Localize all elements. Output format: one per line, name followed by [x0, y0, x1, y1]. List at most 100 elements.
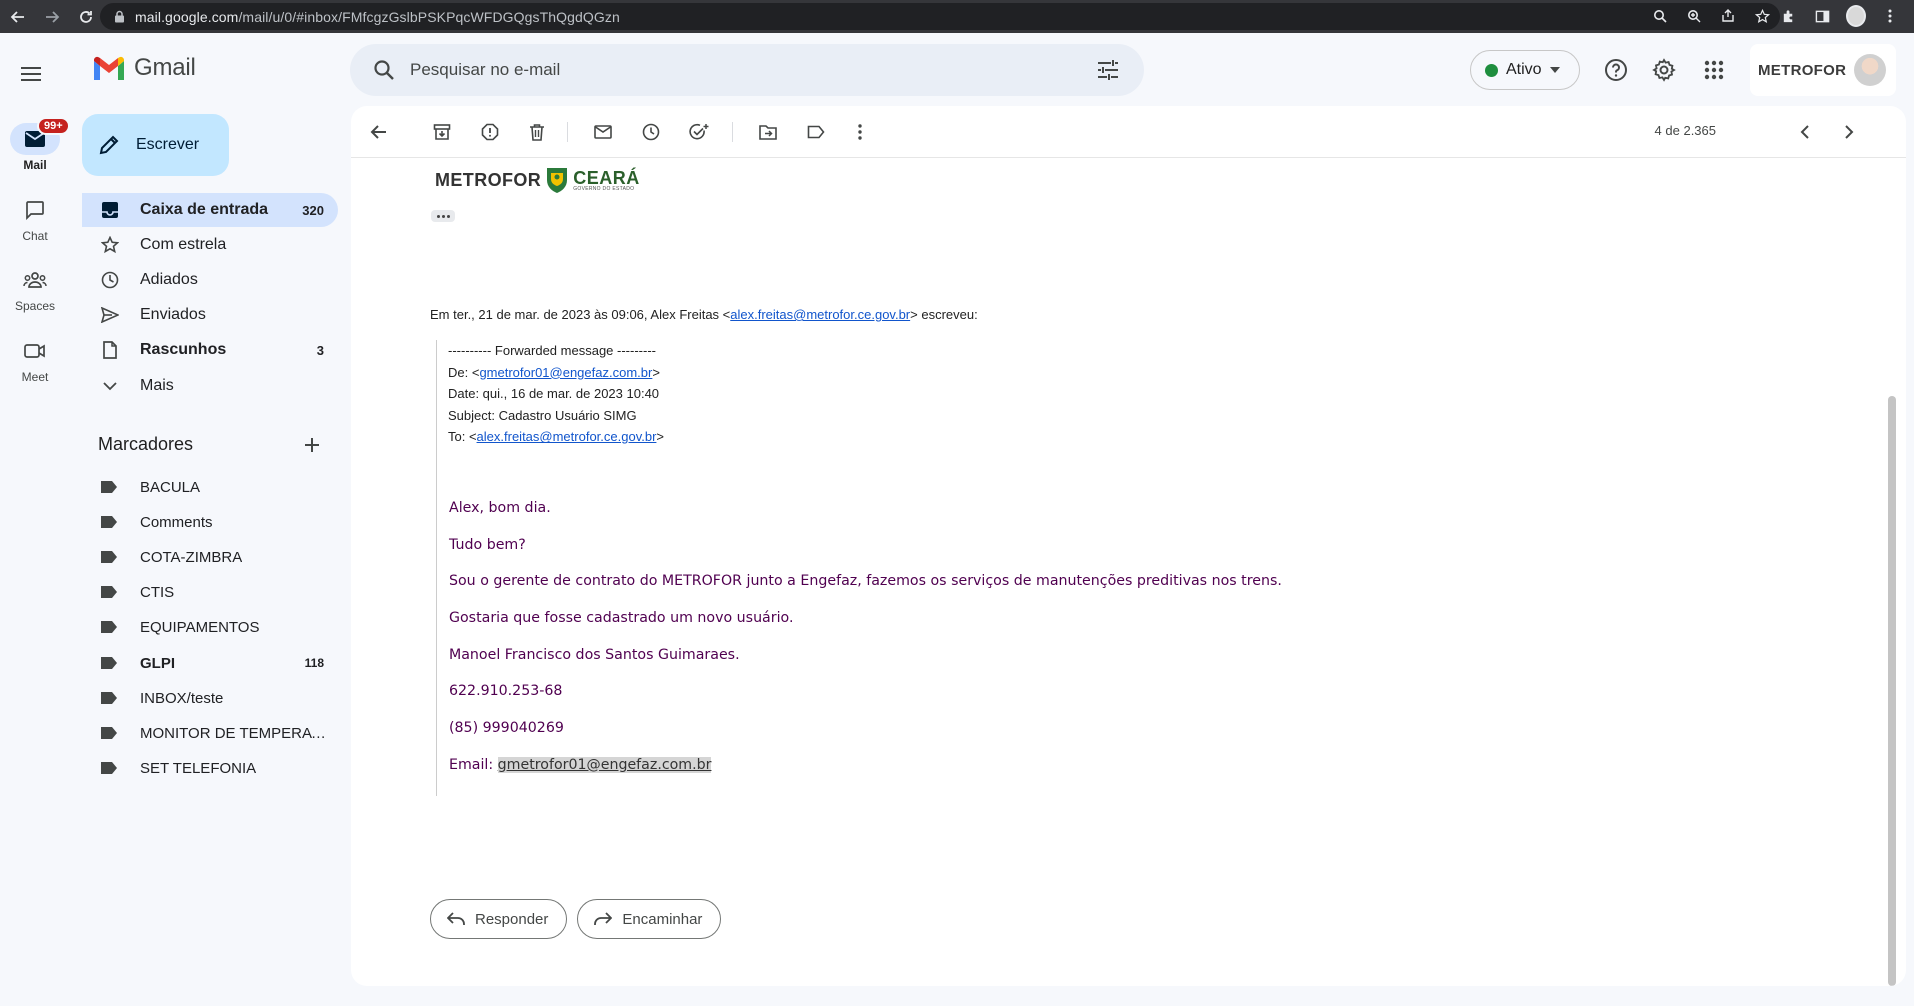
rail-meet-label: Meet	[21, 370, 49, 384]
label-tag-icon	[100, 477, 120, 497]
mail-icon: 99+	[10, 117, 70, 155]
message-toolbar: 4 de 2.365	[351, 106, 1906, 158]
label-tag-icon	[100, 617, 120, 637]
label-item[interactable]: SET TELEFONIA	[82, 751, 338, 785]
reply-button[interactable]: Responder	[430, 899, 568, 939]
label-item[interactable]: INBOX/teste	[82, 681, 338, 715]
url-text: mail.google.com/mail/u/0/#inbox/FMfcgzGs…	[135, 8, 620, 25]
reload-icon[interactable]	[76, 7, 96, 27]
forward-button[interactable]: Encaminhar	[577, 899, 722, 939]
label-item[interactable]: BACULA	[82, 470, 338, 504]
nav-inbox[interactable]: Caixa de entrada 320	[82, 193, 338, 227]
nav-sent[interactable]: Enviados	[82, 298, 338, 332]
back-icon[interactable]	[8, 7, 28, 27]
side-panel-icon[interactable]	[1812, 6, 1832, 26]
snooze-clock-icon[interactable]	[639, 120, 663, 144]
older-chevron-right-icon[interactable]	[1837, 120, 1861, 144]
search-page-icon[interactable]	[1650, 6, 1670, 26]
quoted-message: ---------- Forwarded message --------- D…	[436, 340, 1536, 796]
scrollbar[interactable]	[1888, 396, 1896, 986]
nav-snoozed[interactable]: Adiados	[82, 263, 338, 297]
nav-label: Rascunhos	[140, 341, 227, 358]
logo-metrofor-text: METROFOR	[435, 169, 542, 190]
search-options-icon[interactable]	[1084, 46, 1132, 94]
bookmark-star-icon[interactable]	[1752, 6, 1772, 26]
label-name: SET TELEFONIA	[140, 759, 257, 777]
newer-chevron-left-icon[interactable]	[1793, 120, 1817, 144]
extensions-icon[interactable]	[1778, 6, 1798, 26]
fw-to-email-link[interactable]: alex.freitas@metrofor.ce.gov.br	[477, 429, 657, 444]
add-label-icon[interactable]	[298, 431, 326, 459]
label-item[interactable]: COTA-ZIMBRA	[82, 540, 338, 574]
search-input[interactable]	[410, 60, 1084, 80]
rail-spaces[interactable]: Spaces	[0, 264, 70, 313]
mark-unread-icon[interactable]	[591, 120, 615, 144]
forwarded-header: ---------- Forwarded message --------- D…	[448, 340, 1536, 448]
inbox-icon	[100, 200, 120, 220]
nav-starred[interactable]: Com estrela	[82, 228, 338, 262]
label-name: EQUIPAMENTOS	[140, 618, 260, 636]
rail-meet[interactable]: Meet	[0, 335, 70, 384]
report-spam-icon[interactable]	[478, 120, 502, 144]
address-bar[interactable]: mail.google.com/mail/u/0/#inbox/FMfcgzGs…	[100, 3, 1780, 30]
highlighted-email[interactable]: gmetrofor01@engefaz.com.br	[497, 756, 712, 773]
label-tag-icon	[100, 758, 120, 778]
nav-label: Caixa de entrada	[140, 201, 269, 218]
more-options-icon[interactable]	[848, 120, 872, 144]
label-item[interactable]: GLPI 118	[82, 646, 338, 680]
settings-gear-icon[interactable]	[1646, 52, 1682, 88]
forward-icon[interactable]	[42, 7, 62, 27]
body-line: Tudo bem?	[449, 536, 526, 553]
labels-header: Marcadores	[98, 434, 338, 455]
account-switcher[interactable]: METROFOR	[1750, 44, 1896, 96]
label-item[interactable]: CTIS	[82, 575, 338, 609]
draft-file-icon	[100, 340, 120, 360]
quote-prefix: Em ter., 21 de mar. de 2023 às 09:06, Al…	[430, 307, 731, 322]
show-trimmed-content-button[interactable]	[431, 210, 455, 222]
archive-icon[interactable]	[430, 120, 454, 144]
status-selector[interactable]: Ativo	[1470, 50, 1580, 90]
gmail-logo[interactable]: Gmail	[92, 54, 196, 82]
search-bar[interactable]	[350, 44, 1144, 96]
rail-chat[interactable]: Chat	[0, 194, 70, 243]
share-icon[interactable]	[1718, 6, 1738, 26]
label-tag-icon	[100, 582, 120, 602]
reply-actions: Responder Encaminhar	[430, 899, 722, 939]
label-item[interactable]: MONITOR DE TEMPERAT...	[82, 716, 338, 750]
body-line: Sou o gerente de contrato do METROFOR ju…	[449, 573, 1282, 590]
gmail-m-icon	[94, 56, 124, 80]
quote-email-link[interactable]: alex.freitas@metrofor.ce.gov.br	[730, 307, 910, 322]
label-icon[interactable]	[804, 120, 828, 144]
nav-more[interactable]: Mais	[82, 369, 338, 403]
profile-avatar-icon[interactable]	[1846, 5, 1866, 27]
compose-button[interactable]: Escrever	[82, 114, 229, 176]
main-menu-icon[interactable]	[17, 60, 45, 88]
fw-from-email-link[interactable]: gmetrofor01@engefaz.com.br	[479, 365, 652, 380]
label-item[interactable]: EQUIPAMENTOS	[82, 610, 338, 644]
nav-drafts[interactable]: Rascunhos 3	[82, 333, 338, 367]
search-icon[interactable]	[358, 44, 410, 96]
rail-mail[interactable]: 99+ Mail	[0, 117, 70, 172]
send-icon	[100, 305, 120, 325]
add-task-icon[interactable]	[687, 120, 711, 144]
rail-chat-label: Chat	[22, 229, 48, 243]
back-arrow-icon[interactable]	[367, 120, 391, 144]
help-icon[interactable]	[1598, 52, 1634, 88]
move-to-folder-icon[interactable]	[756, 120, 780, 144]
spaces-icon	[10, 264, 60, 296]
fw-from: De: <gmetrofor01@engefaz.com.br>	[448, 362, 1536, 384]
browser-bar: mail.google.com/mail/u/0/#inbox/FMfcgzGs…	[0, 0, 1914, 33]
zoom-icon[interactable]	[1684, 6, 1704, 26]
body-line: Gostaria que fosse cadastrado um novo us…	[449, 610, 794, 627]
fw-from-suffix: >	[652, 364, 660, 380]
ceara-coat-of-arms-icon	[547, 168, 568, 193]
chevron-down-icon	[1549, 67, 1560, 73]
label-item[interactable]: Comments	[82, 505, 338, 539]
body-line: 622.910.253-68	[449, 683, 563, 700]
unread-badge: 99+	[37, 117, 70, 135]
chrome-menu-icon[interactable]	[1880, 6, 1900, 26]
delete-trash-icon[interactable]	[525, 120, 549, 144]
apps-grid-icon[interactable]	[1696, 52, 1732, 88]
avatar	[1854, 54, 1887, 86]
fw-to-prefix: To: <	[448, 429, 477, 445]
